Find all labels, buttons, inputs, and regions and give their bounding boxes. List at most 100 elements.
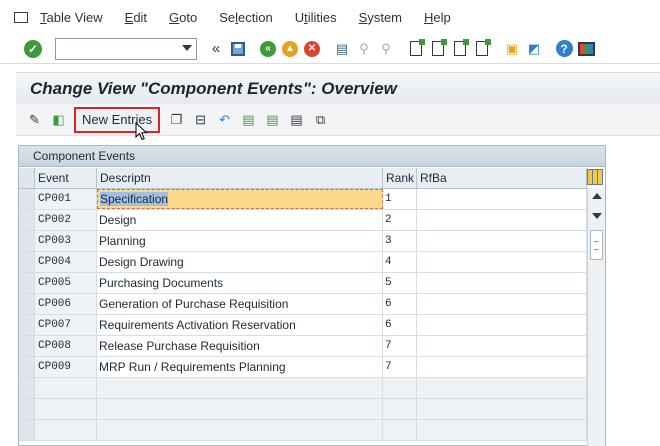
sap-menu-icon[interactable]	[14, 10, 30, 24]
new-session-icon[interactable]: ▣	[503, 40, 521, 58]
rfba-cell[interactable]	[417, 210, 587, 230]
description-cell[interactable]	[97, 378, 383, 398]
rfba-cell[interactable]	[417, 189, 587, 209]
empty-row	[19, 399, 587, 420]
row-selector[interactable]	[19, 273, 35, 293]
description-cell[interactable]	[97, 420, 383, 440]
copy-as-icon[interactable]: ❐	[168, 111, 185, 128]
menu-selection[interactable]: Selection	[219, 10, 273, 25]
menu-goto[interactable]: Goto	[169, 10, 197, 25]
print-icon[interactable]: ▤	[333, 40, 351, 58]
row-selector[interactable]	[19, 252, 35, 272]
menu-help[interactable]: Help	[424, 10, 451, 25]
description-cell[interactable]: Specification	[97, 189, 383, 209]
column-header-rank[interactable]: Rank	[383, 168, 417, 188]
undo-icon[interactable]: ↶	[216, 111, 233, 128]
rank-cell[interactable]: 7	[383, 357, 417, 377]
rank-cell[interactable]: 5	[383, 273, 417, 293]
column-config-icon[interactable]	[587, 169, 603, 185]
rank-cell[interactable]	[383, 399, 417, 419]
description-cell[interactable]: Release Purchase Requisition	[97, 336, 383, 356]
row-selector[interactable]	[19, 210, 35, 230]
select-block-icon[interactable]: ▤	[264, 111, 281, 128]
last-page-icon[interactable]	[473, 39, 491, 58]
column-header-event[interactable]: Event	[35, 168, 97, 188]
rfba-cell[interactable]	[417, 273, 587, 293]
column-header-rfba[interactable]: RfBa	[417, 168, 587, 188]
rank-cell[interactable]: 4	[383, 252, 417, 272]
rfba-cell[interactable]	[417, 378, 587, 398]
scroll-up-icon[interactable]	[592, 193, 602, 199]
rfba-cell[interactable]	[417, 399, 587, 419]
rank-cell[interactable]: 7	[383, 336, 417, 356]
previous-page-icon[interactable]	[429, 39, 447, 58]
description-cell[interactable]: Requirements Activation Reservation	[97, 315, 383, 335]
event-cell: CP008	[35, 336, 97, 356]
first-page-icon[interactable]	[407, 39, 425, 58]
description-cell[interactable]	[97, 399, 383, 419]
select-all-cell[interactable]	[19, 168, 35, 188]
shortcut-icon[interactable]: ◩	[525, 40, 543, 58]
rfba-cell[interactable]	[417, 357, 587, 377]
chevron-down-icon[interactable]	[182, 44, 192, 51]
rfba-cell[interactable]	[417, 252, 587, 272]
description-cell[interactable]: Purchasing Documents	[97, 273, 383, 293]
rank-cell[interactable]	[383, 420, 417, 440]
save-icon[interactable]	[229, 40, 247, 58]
menu-system[interactable]: System	[359, 10, 402, 25]
description-cell[interactable]: Planning	[97, 231, 383, 251]
rfba-cell[interactable]	[417, 336, 587, 356]
select-all-icon[interactable]: ▤	[240, 111, 257, 128]
scroll-down-icon[interactable]	[592, 213, 602, 219]
scroll-thumb[interactable]	[590, 230, 603, 260]
rfba-cell[interactable]	[417, 231, 587, 251]
description-cell[interactable]: Generation of Purchase Requisition	[97, 294, 383, 314]
command-field[interactable]	[55, 37, 197, 60]
row-selector[interactable]	[19, 378, 35, 398]
rfba-cell[interactable]	[417, 294, 587, 314]
check-icon[interactable]: ✓	[24, 39, 42, 58]
layout-icon[interactable]	[577, 40, 595, 58]
rfba-cell[interactable]	[417, 315, 587, 335]
description-cell[interactable]: MRP Run / Requirements Planning	[97, 357, 383, 377]
row-selector[interactable]	[19, 336, 35, 356]
back-icon[interactable]: «	[259, 40, 277, 58]
display-change-icon[interactable]: ✎	[26, 111, 43, 128]
menu-utilities[interactable]: Utilities	[295, 10, 337, 25]
vertical-scrollbar[interactable]	[587, 188, 605, 446]
delete-icon[interactable]: ⊟	[192, 111, 209, 128]
collapse-icon[interactable]: «	[207, 40, 225, 58]
event-cell[interactable]	[35, 399, 97, 419]
find-next-icon[interactable]: ⚲	[377, 40, 395, 58]
variant-icon[interactable]: ⧉	[312, 111, 329, 128]
toggle-display-icon[interactable]: ◧	[50, 111, 67, 128]
find-icon[interactable]: ⚲	[355, 40, 373, 58]
cancel-icon[interactable]: ✕	[303, 40, 321, 58]
description-cell[interactable]: Design Drawing	[97, 252, 383, 272]
description-cell[interactable]: Design	[97, 210, 383, 230]
event-cell[interactable]	[35, 378, 97, 398]
menu-edit[interactable]: Edit	[125, 10, 147, 25]
row-selector[interactable]	[19, 189, 35, 209]
row-selector[interactable]	[19, 315, 35, 335]
help-icon[interactable]: ?	[555, 40, 573, 58]
exit-icon[interactable]: ▲	[281, 40, 299, 58]
event-cell[interactable]	[35, 420, 97, 440]
row-selector[interactable]	[19, 399, 35, 419]
rank-cell[interactable]	[383, 378, 417, 398]
menu-table-view[interactable]: Table View	[40, 10, 103, 25]
rank-cell[interactable]: 3	[383, 231, 417, 251]
deselect-all-icon[interactable]: ▤	[288, 111, 305, 128]
next-page-icon[interactable]	[451, 39, 469, 58]
rank-cell[interactable]: 1	[383, 189, 417, 209]
rank-cell[interactable]: 6	[383, 294, 417, 314]
row-selector[interactable]	[19, 357, 35, 377]
command-input[interactable]	[56, 38, 174, 59]
rank-cell[interactable]: 2	[383, 210, 417, 230]
rfba-cell[interactable]	[417, 420, 587, 440]
row-selector[interactable]	[19, 294, 35, 314]
row-selector[interactable]	[19, 231, 35, 251]
row-selector[interactable]	[19, 420, 35, 440]
rank-cell[interactable]: 6	[383, 315, 417, 335]
column-header-description[interactable]: Descriptn	[97, 168, 383, 188]
